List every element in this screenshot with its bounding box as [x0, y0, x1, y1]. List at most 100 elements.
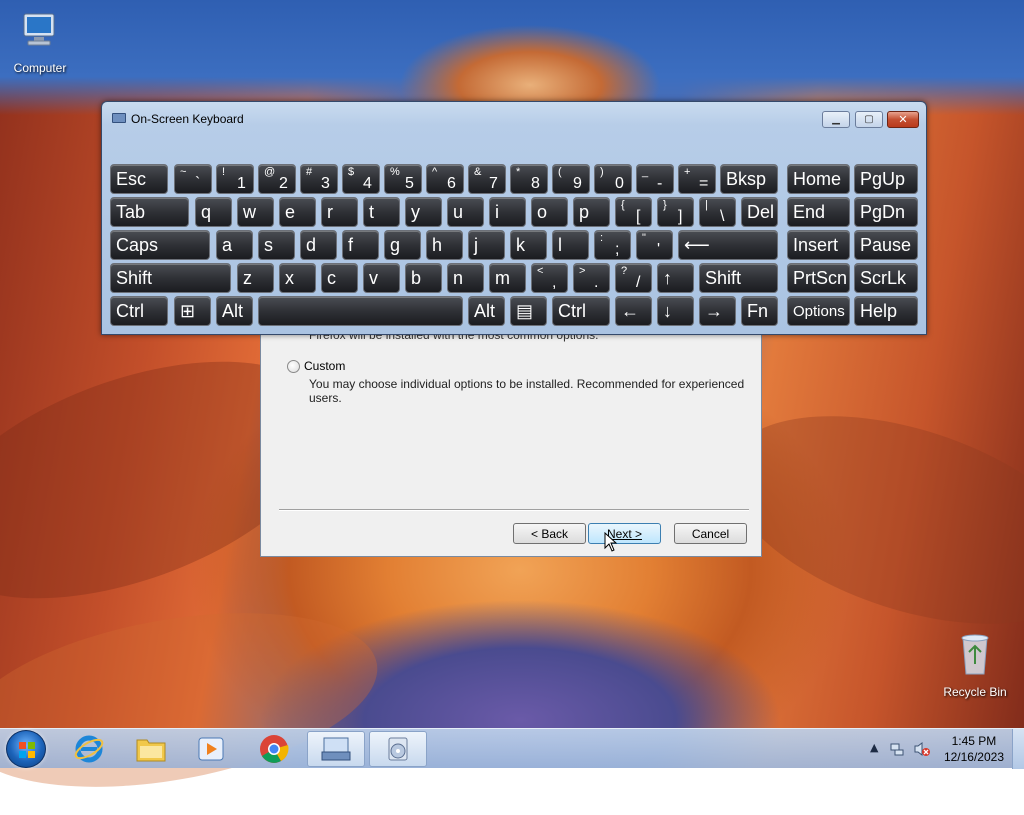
desktop-icon-recycle-bin[interactable]: Recycle Bin [935, 630, 1015, 699]
volume-muted-icon[interactable] [913, 741, 931, 757]
key-3[interactable]: #3 [300, 164, 338, 194]
key-options[interactable]: Options [787, 296, 850, 326]
key-l[interactable]: l [552, 230, 589, 260]
osk-titlebar[interactable]: On-Screen Keyboard ▁ ▢ ✕ [102, 102, 926, 130]
key-pgdn[interactable]: PgDn [854, 197, 918, 227]
key-0[interactable]: ) 0 [594, 164, 632, 194]
key-symbol[interactable]: }] [657, 197, 694, 227]
key-tab[interactable]: Tab [110, 197, 189, 227]
key-7[interactable]: & 7 [468, 164, 506, 194]
key-up-arrow[interactable]: ↑ [657, 263, 694, 293]
key-scrlk[interactable]: ScrLk [854, 263, 918, 293]
key-alt[interactable]: Alt [216, 296, 253, 326]
key-symbol[interactable]: ? / [615, 263, 652, 293]
key-insert[interactable]: Insert [787, 230, 850, 260]
key-right-arrow[interactable]: → [699, 296, 736, 326]
key-2[interactable]: @2 [258, 164, 296, 194]
key-s[interactable]: s [258, 230, 295, 260]
key-g[interactable]: g [384, 230, 421, 260]
taskbar-item-setup-installer[interactable] [369, 731, 427, 767]
key-windows[interactable]: ⊞ [174, 296, 211, 326]
key-6[interactable]: ^ 6 [426, 164, 464, 194]
key-f[interactable]: f [342, 230, 379, 260]
show-desktop-button[interactable] [1012, 729, 1024, 769]
key-t[interactable]: t [363, 197, 400, 227]
custom-radio[interactable] [287, 359, 300, 373]
key-b[interactable]: b [405, 263, 442, 293]
key-ctrl[interactable]: Ctrl [110, 296, 168, 326]
key-fn[interactable]: Fn [741, 296, 778, 326]
key-c[interactable]: c [321, 263, 358, 293]
key-symbol[interactable]: " ' [636, 230, 673, 260]
key-esc[interactable]: Esc [110, 164, 168, 194]
key-home[interactable]: Home [787, 164, 850, 194]
key-symbol[interactable]: >. [573, 263, 610, 293]
key-a[interactable]: a [216, 230, 253, 260]
key-space[interactable] [258, 296, 463, 326]
cancel-button[interactable]: Cancel [674, 523, 747, 544]
key-symbol[interactable]: {[ [615, 197, 652, 227]
maximize-button[interactable]: ▢ [855, 111, 883, 128]
key-q[interactable]: q [195, 197, 232, 227]
key-r[interactable]: r [321, 197, 358, 227]
key-del[interactable]: Del [741, 197, 778, 227]
key-symbol[interactable]: :; [594, 230, 631, 260]
key-o[interactable]: o [531, 197, 568, 227]
taskbar-item-chrome[interactable] [245, 731, 303, 767]
network-icon[interactable] [889, 741, 905, 757]
key-y[interactable]: y [405, 197, 442, 227]
key-enter[interactable]: ⟵ [678, 230, 778, 260]
close-button[interactable]: ✕ [887, 111, 919, 128]
taskbar-item-on-screen-keyboard[interactable] [307, 731, 365, 767]
key-help[interactable]: Help [854, 296, 918, 326]
key-9[interactable]: (9 [552, 164, 590, 194]
key-menu[interactable]: ▤ [510, 296, 547, 326]
key-left-arrow[interactable]: ← [615, 296, 652, 326]
show-hidden-icons-button[interactable]: ▲ [870, 741, 878, 754]
desktop-icon-computer[interactable]: Computer [0, 10, 80, 75]
key-8[interactable]: * 8 [510, 164, 548, 194]
taskbar-item-internet-explorer[interactable] [60, 731, 118, 767]
key-w[interactable]: w [237, 197, 274, 227]
key-p[interactable]: p [573, 197, 610, 227]
key-h[interactable]: h [426, 230, 463, 260]
key-n[interactable]: n [447, 263, 484, 293]
minimize-button[interactable]: ▁ [822, 111, 850, 128]
custom-option[interactable]: Custom [287, 359, 345, 373]
key-down-arrow[interactable]: ↓ [657, 296, 694, 326]
key-pause[interactable]: Pause [854, 230, 918, 260]
key-5[interactable]: % 5 [384, 164, 422, 194]
key-i[interactable]: i [489, 197, 526, 227]
key-e[interactable]: e [279, 197, 316, 227]
taskbar-item-media-player[interactable] [182, 731, 240, 767]
key-4[interactable]: $4 [342, 164, 380, 194]
key-x[interactable]: x [279, 263, 316, 293]
key-shift[interactable]: Shift [699, 263, 778, 293]
key-u[interactable]: u [447, 197, 484, 227]
taskbar-clock[interactable]: 1:45 PM 12/16/2023 [944, 733, 1004, 765]
key-k[interactable]: k [510, 230, 547, 260]
back-button[interactable]: < Back [513, 523, 586, 544]
key-ctrl[interactable]: Ctrl [552, 296, 610, 326]
next-button[interactable]: Next > [588, 523, 661, 544]
key-symbol[interactable]: | \ [699, 197, 736, 227]
taskbar-item-windows-explorer[interactable] [122, 731, 180, 767]
key-j[interactable]: j [468, 230, 505, 260]
key-1[interactable]: ! 1 [216, 164, 254, 194]
key-symbol[interactable]: <, [531, 263, 568, 293]
key-end[interactable]: End [787, 197, 850, 227]
key-v[interactable]: v [363, 263, 400, 293]
key-bksp[interactable]: Bksp [720, 164, 778, 194]
start-button[interactable] [6, 730, 46, 768]
key-prtscn[interactable]: PrtScn [787, 263, 850, 293]
key-z[interactable]: z [237, 263, 274, 293]
key-shift[interactable]: Shift [110, 263, 231, 293]
key-symbol[interactable]: ~ ` [174, 164, 212, 194]
key-d[interactable]: d [300, 230, 337, 260]
key-symbol[interactable]: _ - [636, 164, 674, 194]
key-pgup[interactable]: PgUp [854, 164, 918, 194]
key-symbol[interactable]: + = [678, 164, 716, 194]
key-caps[interactable]: Caps [110, 230, 210, 260]
key-alt[interactable]: Alt [468, 296, 505, 326]
key-m[interactable]: m [489, 263, 526, 293]
